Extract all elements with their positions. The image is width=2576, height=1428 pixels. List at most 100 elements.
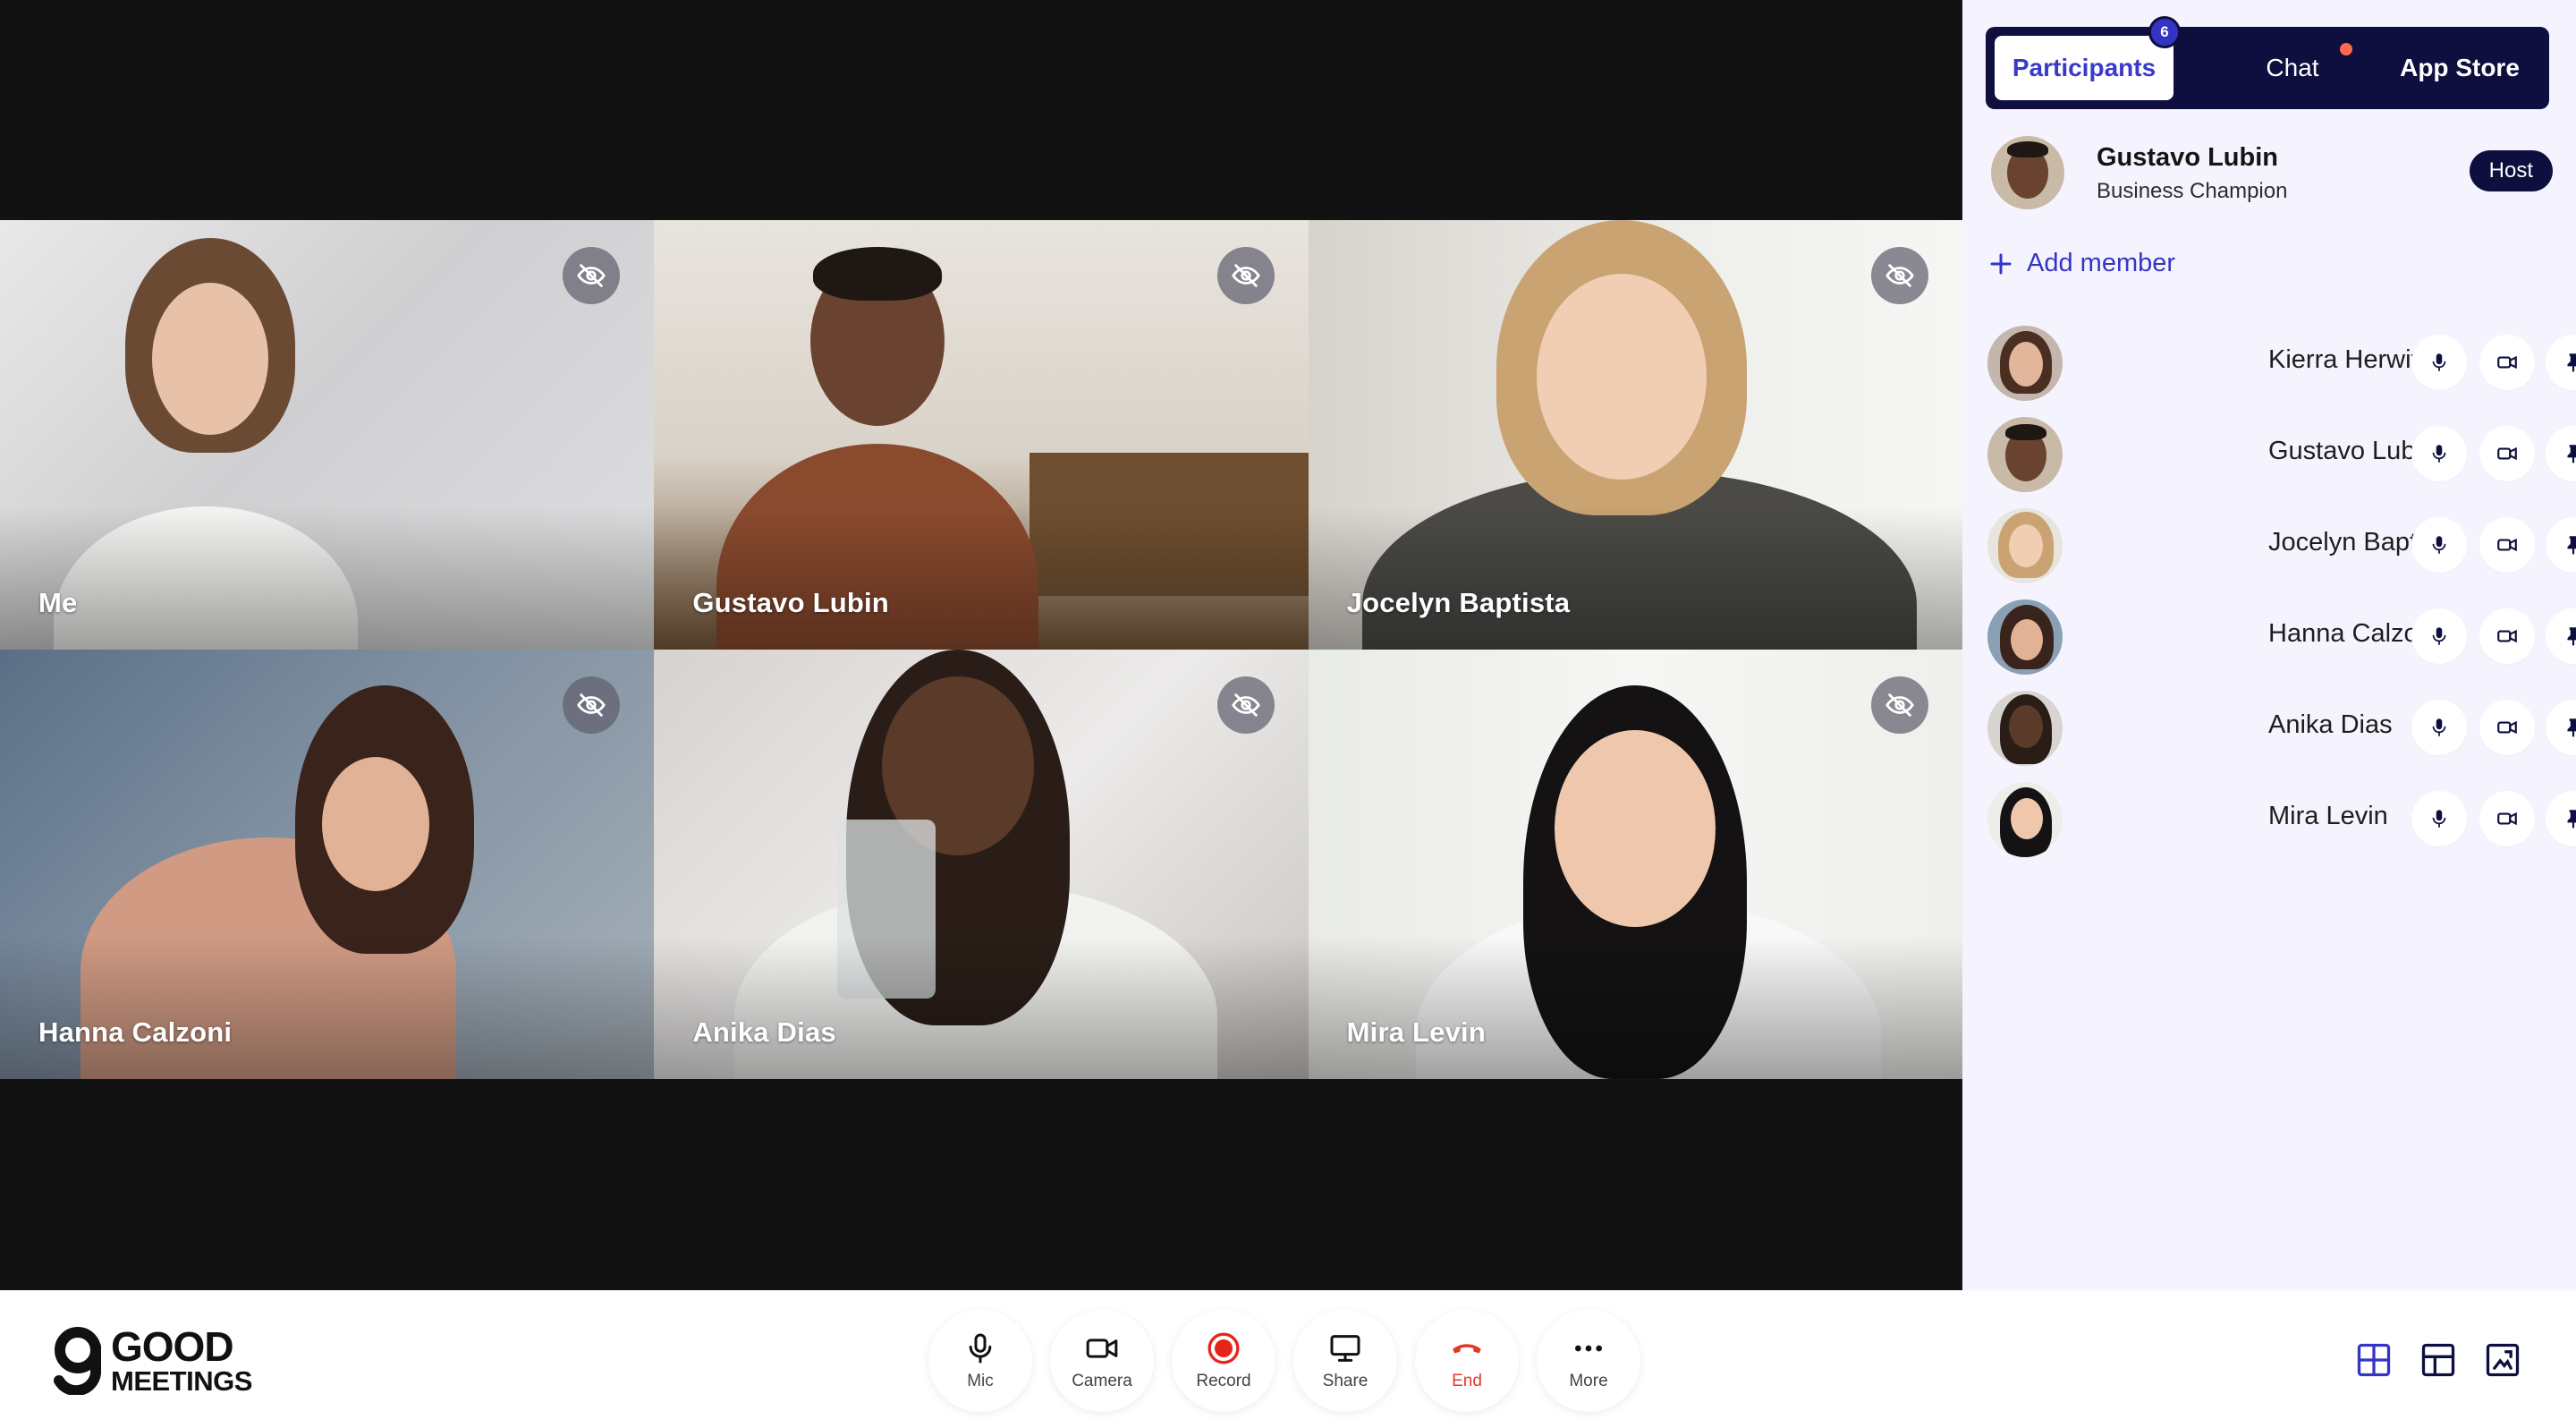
camera-icon [2497,812,2517,826]
participant-pin-button[interactable] [2546,517,2576,573]
mic-button[interactable]: Mic [928,1310,1032,1412]
participant-camera-button[interactable] [2479,426,2535,481]
tab-chat[interactable]: Chat [2234,36,2351,100]
hide-video-button[interactable] [563,247,621,304]
tile-name: Gustavo Lubin [692,587,889,618]
participant-mic-button[interactable] [2411,608,2467,664]
eye-off-icon [1885,693,1914,717]
participant-pin-button[interactable] [2546,426,2576,481]
grid-view-icon[interactable] [2354,1340,2394,1380]
hide-video-button[interactable] [1870,247,1928,304]
camera-icon [2497,538,2517,552]
tab-participants[interactable]: Participants [1995,36,2174,100]
camera-icon [2497,720,2517,735]
more-icon [1575,1345,1602,1352]
tab-app-store[interactable]: App Store [2379,36,2540,100]
camera-icon [1086,1339,1118,1358]
participant-camera-button[interactable] [2479,791,2535,846]
avatar [1987,508,2063,583]
host-badge: Host [2469,150,2553,191]
control-label: Camera [1072,1372,1132,1390]
host-name: Gustavo Lubin [2097,143,2278,172]
plus-icon [1990,253,2012,274]
mic-icon [2432,810,2446,828]
camera-button[interactable]: Camera [1050,1310,1154,1412]
control-label: Share [1322,1372,1368,1390]
participant-mic-button[interactable] [2411,335,2467,390]
avatar [1987,326,2063,401]
spotlight-view-icon[interactable] [2419,1340,2458,1380]
tile-name: Anika Dias [692,1016,836,1048]
tab-label: Chat [2266,54,2319,81]
video-tile-anika-dias[interactable]: Anika Dias [654,650,1309,1079]
hide-video-button[interactable] [1870,676,1928,734]
participant-row: Gustavo Lubin [1987,413,2576,505]
camera-icon [2497,629,2517,643]
participant-pin-button[interactable] [2546,791,2576,846]
hide-video-button[interactable] [1216,247,1275,304]
eye-off-icon [577,693,606,717]
participant-row: Hanna Calzoni [1987,596,2576,687]
add-member-button[interactable]: Add member [1987,249,2175,278]
sidebar-tabs: Participants 6 Chat App Store [1986,16,2549,109]
control-label: Record [1196,1372,1251,1390]
participant-mic-button[interactable] [2411,426,2467,481]
hide-video-button[interactable] [1216,676,1275,734]
video-tile-gustavo-lubin[interactable]: Gustavo Lubin [654,220,1309,650]
view-mode-switcher [2354,1340,2522,1380]
participant-mic-button[interactable] [2411,791,2467,846]
monitor-icon [1330,1335,1360,1362]
avatar [1987,417,2063,492]
tile-name: Mira Levin [1346,1016,1486,1048]
participant-camera-button[interactable] [2479,517,2535,573]
fullscreen-view-icon[interactable] [2483,1340,2522,1380]
video-stage: Me Gustavo Lubin Jocelyn Baptista Hanna … [0,0,1962,1290]
control-label: End [1452,1372,1482,1390]
participant-row: Kierra Herwitz [1987,322,2576,413]
mic-icon [2432,353,2446,371]
pin-icon [2567,627,2576,646]
eye-off-icon [577,264,606,287]
participant-list: Kierra Herwitz Gustavo Lubin Jocelyn Bap… [1987,322,2576,870]
video-tile-me[interactable]: Me [0,220,655,650]
participant-pin-button[interactable] [2546,608,2576,664]
mic-icon [2432,445,2446,463]
brand-line-1: GOOD [111,1323,234,1370]
tile-name: Hanna Calzoni [38,1016,233,1048]
control-label: More [1569,1372,1608,1390]
avatar [1987,691,2063,766]
pin-icon [2567,810,2576,829]
mic-icon [2432,536,2446,554]
video-tile-hanna-calzoni[interactable]: Hanna Calzoni [0,650,655,1079]
participant-camera-button[interactable] [2479,700,2535,755]
video-tile-mira-levin[interactable]: Mira Levin [1308,650,1962,1079]
avatar [1987,782,2063,857]
logo-mark-icon [54,1326,101,1395]
video-tile-jocelyn-baptista[interactable]: Jocelyn Baptista [1308,220,1962,650]
mic-icon [2432,627,2446,645]
share-screen-button[interactable]: Share [1293,1310,1397,1412]
tab-label: App Store [2400,54,2520,81]
participant-name: Gustavo Lubin [2268,437,2436,465]
participant-mic-button[interactable] [2411,517,2467,573]
participant-pin-button[interactable] [2546,335,2576,390]
hide-video-button[interactable] [563,676,621,734]
eye-off-icon [1885,264,1914,287]
brand-line-2: MEETINGS [111,1365,252,1397]
more-button[interactable]: More [1537,1310,1640,1412]
app-logo: GOOD MEETINGS [52,1326,252,1395]
eye-off-icon [1231,693,1260,717]
participants-sidebar: Participants 6 Chat App Store Gustavo Lu… [1962,0,2576,1290]
phone-hangup-icon [1453,1344,1481,1354]
participant-camera-button[interactable] [2479,335,2535,390]
record-button[interactable]: Record [1172,1310,1275,1412]
participant-row: Anika Dias [1987,687,2576,778]
avatar [1991,136,2064,209]
participant-camera-button[interactable] [2479,608,2535,664]
end-call-button[interactable]: End [1415,1310,1519,1412]
video-grid: Me Gustavo Lubin Jocelyn Baptista Hanna … [0,220,1962,1079]
participant-pin-button[interactable] [2546,700,2576,755]
participant-mic-button[interactable] [2411,700,2467,755]
participant-row: Jocelyn Baptista [1987,505,2576,596]
pin-icon [2567,353,2576,372]
